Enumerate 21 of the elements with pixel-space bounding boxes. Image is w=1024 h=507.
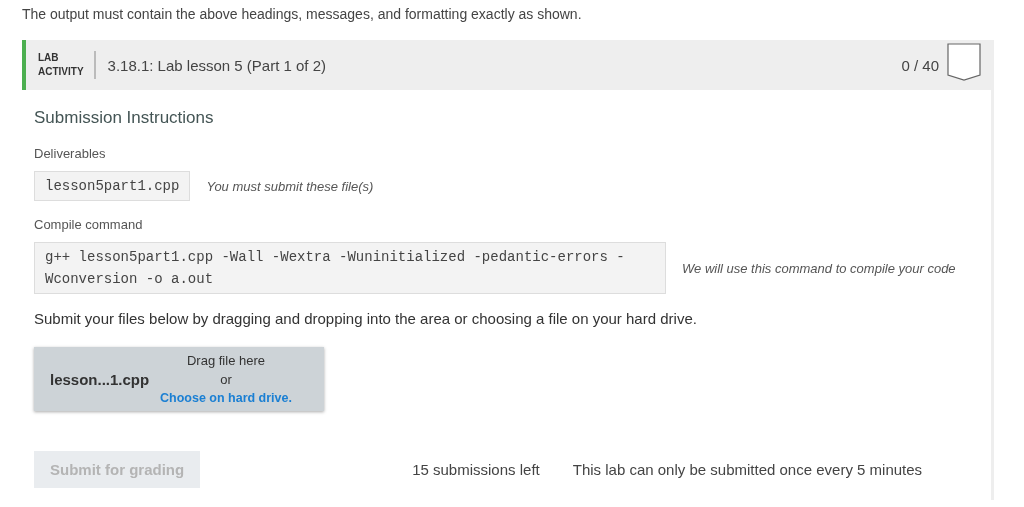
field-label: Compile command — [34, 217, 144, 232]
instruction-text: The output must contain the above headings, messages, and formatting exactly as shown. — [22, 6, 583, 22]
hint-text: We will use this command to compile your code — [682, 260, 956, 276]
hint-text: You must submit these file(s) — [206, 178, 374, 194]
file-name: lesson...1.cpp — [49, 370, 151, 388]
compile-command: g++ lesson5part1.cpp -Wall -Wextra -Wuninitialized -pedantic-errors -Wconversion -o a.out — [34, 242, 666, 294]
or-text: or — [220, 370, 232, 389]
score-text: 0 / 40 — [901, 56, 939, 74]
activity-title: 3.18.1: Lab lesson 5 (Part 1 of 2) — [107, 56, 328, 74]
activity-type-label: ACTIVITY — [38, 65, 84, 79]
file-drop-zone[interactable]: lesson...1.cpp Drag file here or Choose on hard drive. — [34, 347, 324, 411]
section-heading: Submission Instructions — [34, 108, 215, 128]
activity-type-label: LAB — [38, 51, 60, 65]
drag-hint: Drag file here — [186, 351, 265, 370]
field-label: Deliverables — [34, 146, 107, 161]
rate-limit-note: This lab can only be submitted once every 5 minutes — [572, 461, 923, 478]
choose-file-link[interactable]: Choose on hard drive. — [160, 388, 292, 408]
submissions-left: 15 submissions left — [412, 461, 540, 478]
completion-badge-icon — [947, 43, 981, 81]
file-name: lesson5part1.cpp — [34, 171, 191, 201]
upload-instructions: Submit your files below by dragging and dropping into the area or choosing a file on your hard drive. — [34, 310, 698, 327]
